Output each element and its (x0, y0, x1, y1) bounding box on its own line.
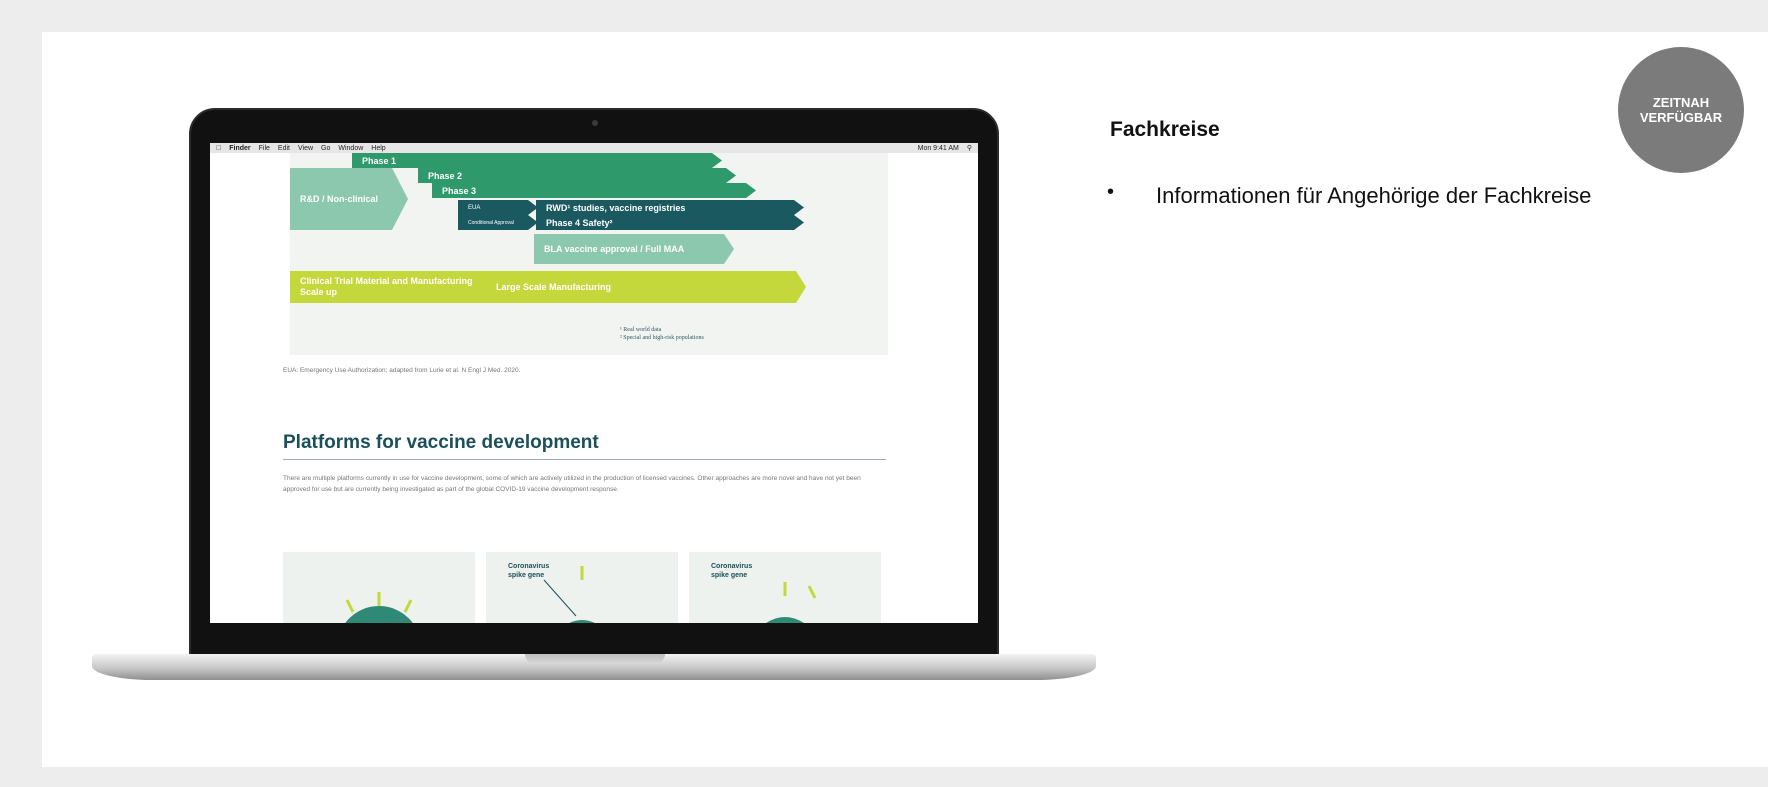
platform-tile[interactable]: Coronavirus spike gene (486, 552, 678, 623)
mac-menubar:  Finder File Edit View Go Window Help M… (210, 143, 978, 153)
content-heading: Fachkreise (1110, 118, 1220, 141)
platform-tile[interactable] (283, 552, 475, 623)
diagram-caption: EUA: Emergency Use Authorization; adapte… (283, 367, 521, 374)
phase4-arrow: Phase 4 Safety² (536, 215, 804, 230)
bla-arrow: BLA vaccine approval / Full MAA (534, 234, 734, 264)
menu-finder[interactable]: Finder (229, 145, 250, 152)
menu-file[interactable]: File (259, 145, 270, 152)
phase1-arrow: Phase 1 (352, 153, 722, 168)
section-paragraph: There are multiple platforms currently i… (283, 475, 861, 493)
section-title: Platforms for vaccine development (283, 432, 599, 453)
footnote-1: ¹ Real world data (620, 327, 662, 333)
menu-view[interactable]: View (298, 145, 313, 152)
search-icon[interactable]: ⚲ (967, 144, 972, 152)
eua-arrow: EUA (458, 200, 538, 215)
menu-edit[interactable]: Edit (278, 145, 290, 152)
apple-icon[interactable]:  (216, 145, 221, 152)
badge-line2: VERFÜGBAR (1639, 110, 1723, 125)
virus-icon (543, 566, 595, 623)
availability-badge: ZEITNAH VERFÜGBAR (1618, 47, 1744, 173)
camera-icon (592, 120, 598, 126)
laptop-lid:  Finder File Edit View Go Window Help M… (189, 108, 999, 660)
bullet-text: Informationen für Angehörige der Fachkre… (1156, 183, 1592, 208)
conditional-approval-arrow: Conditional Approval (458, 215, 538, 230)
virus-icon (766, 582, 817, 623)
rwd-arrow: RWD¹ studies, vaccine registries (536, 200, 804, 215)
menu-window[interactable]: Window (338, 145, 363, 152)
ctm-arrow: Clinical Trial Material and Manufacturin… (290, 271, 486, 303)
section-divider (283, 459, 886, 460)
phase3-arrow: Phase 3 (432, 183, 756, 198)
laptop-base (92, 654, 1096, 680)
bullet-marker: • (1107, 181, 1115, 203)
phase2-arrow: Phase 2 (418, 168, 736, 183)
menu-help[interactable]: Help (371, 145, 385, 152)
vaccine-timeline-diagram: Phase 1 Phase 2 R&D / Non-clinical Phase… (290, 153, 888, 355)
laptop-notch (525, 654, 665, 664)
menu-go[interactable]: Go (321, 145, 330, 152)
footnote-2: ² Special and high-risk populations (620, 335, 704, 341)
platform-tile[interactable]: Coronavirus spike gene (689, 552, 881, 623)
lsm-arrow: Large Scale Manufacturing (476, 271, 806, 303)
menubar-clock: Mon 9:41 AM (917, 144, 959, 152)
rnd-arrow: R&D / Non-clinical (290, 168, 408, 230)
diagram-footnotes: ¹ Real world data ² Special and high-ris… (620, 326, 704, 342)
virus-icon (345, 592, 413, 623)
laptop-screen:  Finder File Edit View Go Window Help M… (210, 143, 978, 623)
badge-line1: ZEITNAH (1652, 95, 1710, 110)
